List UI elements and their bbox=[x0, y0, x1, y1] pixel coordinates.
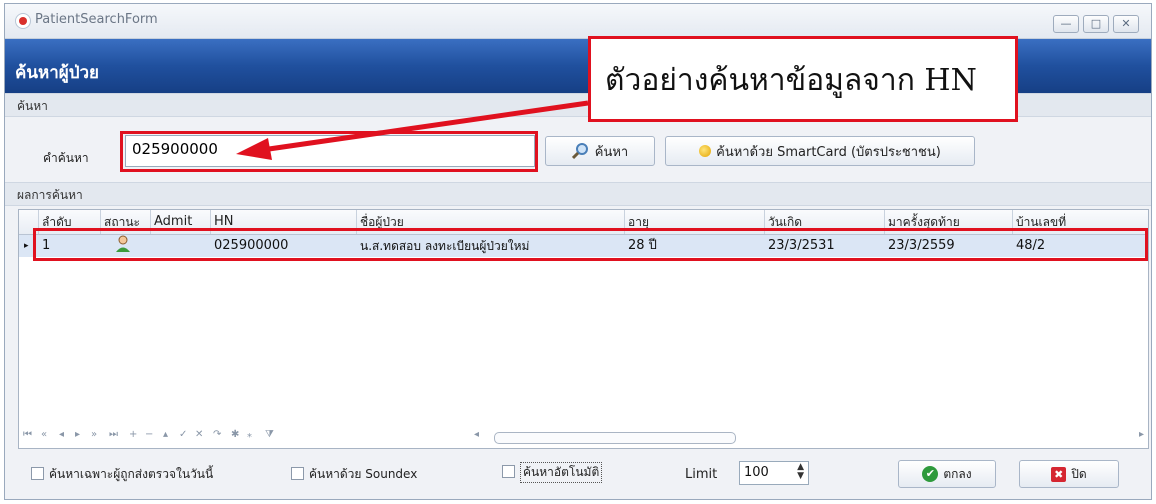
annotation-text: ตัวอย่างค้นหาข้อมูลจาก HN bbox=[605, 63, 977, 98]
annotation-callout: ตัวอย่างค้นหาข้อมูลจาก HN bbox=[588, 36, 1018, 122]
